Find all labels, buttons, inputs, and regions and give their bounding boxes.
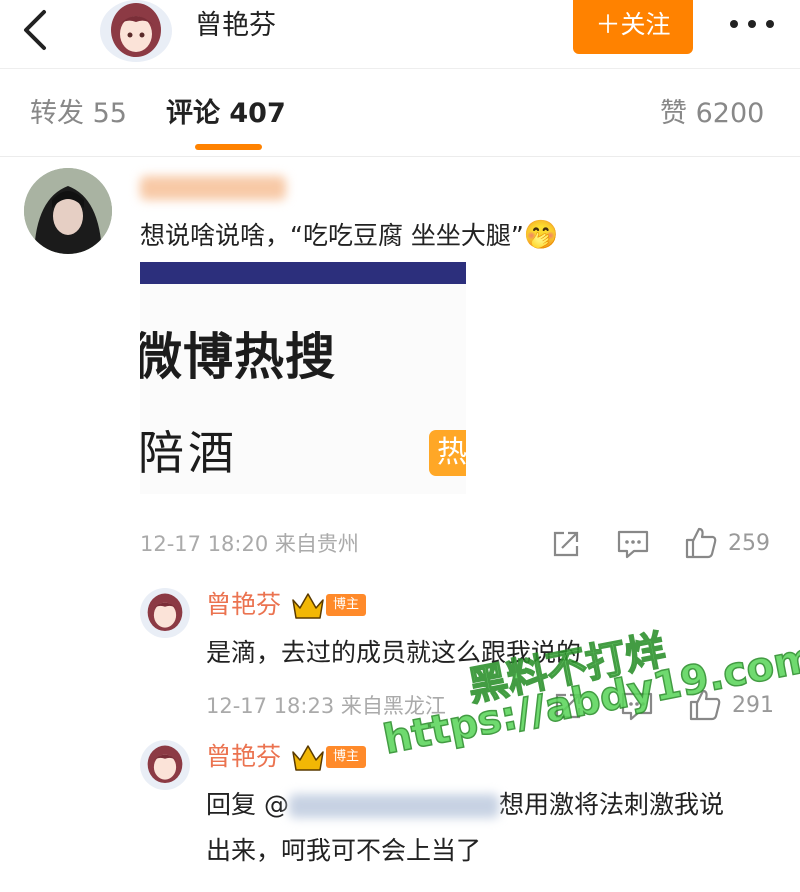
like-icon[interactable] xyxy=(684,526,718,560)
more-options-icon[interactable] xyxy=(722,4,782,44)
author-avatar[interactable] xyxy=(100,0,172,62)
top-bar: 曾艳芬 ＋关注 xyxy=(0,0,800,69)
reply-username[interactable]: 曾艳芬 xyxy=(206,740,281,774)
reply-username[interactable]: 曾艳芬 xyxy=(206,588,281,622)
comment-timestamp: 12-17 18:20 来自贵州 xyxy=(140,532,359,556)
tab-likes[interactable]: 赞 6200 xyxy=(660,96,764,132)
reply-avatar[interactable] xyxy=(140,740,190,790)
hot-search-image[interactable]: 微博热搜 陪酒 热 xyxy=(140,262,466,494)
reply-text-line2: 出来，呵我可不会上当了 xyxy=(206,836,482,865)
blogger-badge: 博主 xyxy=(326,746,366,768)
tab-reposts[interactable]: 转发 55 xyxy=(30,96,127,132)
mentioned-user-blurred[interactable] xyxy=(288,794,499,818)
tab-comments[interactable]: 评论 407 xyxy=(166,96,286,132)
commenter-avatar[interactable] xyxy=(24,168,112,254)
reply-avatar[interactable] xyxy=(140,588,190,638)
comment-text: 想说啥说啥，“吃吃豆腐 坐坐大腿”🤭 xyxy=(140,218,559,253)
hot-badge: 热 xyxy=(429,430,466,476)
crown-icon xyxy=(292,593,324,619)
tab-bar: 转发 55 评论 407 赞 6200 xyxy=(0,70,800,157)
author-name[interactable]: 曾艳芬 xyxy=(195,8,276,44)
reply-like-count: 291 xyxy=(732,693,774,718)
reply-text-suffix: 想用激将法刺激我说 xyxy=(498,790,724,819)
embed-top-bar xyxy=(140,262,466,284)
hand-over-mouth-emoji: 🤭 xyxy=(523,218,559,251)
follow-button[interactable]: ＋关注 xyxy=(573,0,693,54)
active-tab-indicator xyxy=(195,144,262,150)
blogger-badge: 博主 xyxy=(326,594,366,616)
comment-like-count: 259 xyxy=(728,531,770,556)
commenter-name-blurred[interactable] xyxy=(140,176,286,200)
comment-text-body: 想说啥说啥，“吃吃豆腐 坐坐大腿” xyxy=(140,221,524,250)
share-icon[interactable] xyxy=(550,528,582,560)
reply-text-line1: 回复 @ 想用激将法刺激我说 xyxy=(206,788,724,822)
crown-icon xyxy=(292,745,324,771)
hot-search-title: 微博热搜 xyxy=(140,328,336,386)
comment-icon[interactable] xyxy=(616,528,650,560)
reply-prefix: 回复 @ xyxy=(206,790,289,819)
hot-search-item: 陪酒 xyxy=(140,426,238,480)
back-arrow-icon[interactable] xyxy=(14,4,54,54)
